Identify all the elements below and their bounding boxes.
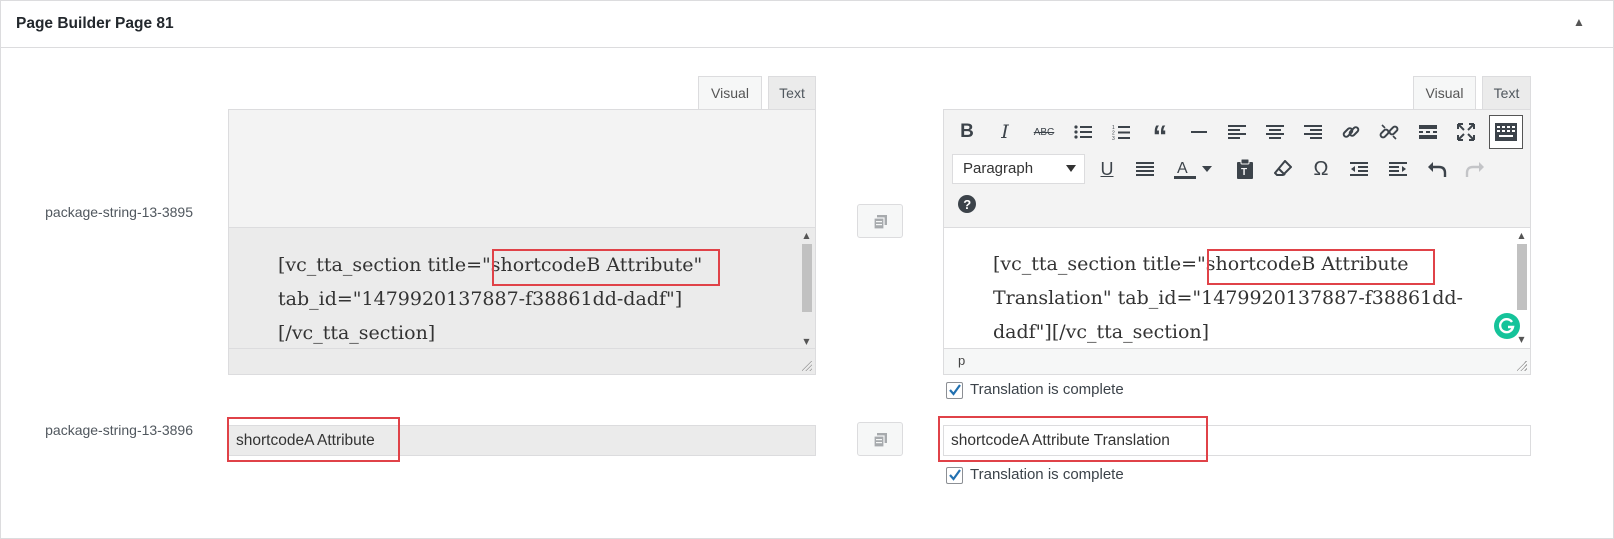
bullet-list-icon[interactable] [1068,117,1098,147]
translation-tab-visual[interactable]: Visual [1413,76,1476,110]
scroll-down-icon[interactable]: ▼ [800,336,813,348]
collapse-arrow-icon[interactable]: ▲ [1573,15,1585,29]
svg-text:A: A [1177,160,1188,177]
source-tab-text[interactable]: Text [768,76,816,110]
source-editor-statusbar [229,348,815,374]
svg-text:3: 3 [1112,136,1115,141]
copy-icon [873,433,887,448]
format-select-value: Paragraph [963,160,1034,177]
copy-to-translation-button[interactable] [857,422,903,456]
translation-editor-statusbar: p [944,348,1530,374]
indent-icon[interactable] [1383,154,1413,184]
blockquote-icon[interactable]: “ [1145,117,1175,152]
row-label-package-string-13-3896: package-string-13-3896 [45,422,193,438]
translation-tab-text[interactable]: Text [1482,76,1531,110]
translation-editor: B I ABC 123 “ Paragraph U A T Ω ? [vc_tt… [943,109,1531,375]
align-right-icon[interactable] [1298,117,1328,147]
fullscreen-icon[interactable] [1451,117,1481,147]
clear-format-icon[interactable] [1268,154,1298,184]
read-more-icon[interactable] [1413,117,1443,147]
source-editor: [vc_tta_section title="shortcodeB Attrib… [228,109,816,375]
source-editor-body: [vc_tta_section title="shortcodeB Attrib… [229,228,815,351]
row-label-package-string-13-3895: package-string-13-3895 [45,204,193,220]
copy-to-translation-button[interactable] [857,204,903,238]
svg-text:?: ? [963,197,971,212]
align-center-icon[interactable] [1260,117,1290,147]
underline-icon[interactable]: U [1092,154,1122,184]
source-editor-content: [vc_tta_section title="shortcodeB Attrib… [278,254,703,344]
toolbar-toggle-icon[interactable] [1489,115,1523,149]
help-icon[interactable]: ? [952,189,982,219]
chevron-down-icon [1066,165,1076,172]
text-color-dropdown-icon[interactable] [1198,154,1216,184]
text-color-icon[interactable]: A [1170,154,1200,184]
translation-editor-body[interactable]: [vc_tta_section title="shortcodeB Attrib… [944,228,1530,349]
panel-title: Page Builder Page 81 [16,15,174,32]
translation-complete-label: Translation is complete [970,466,1124,483]
panel-header[interactable]: Page Builder Page 81 ▲ [1,1,1613,48]
resize-grip-icon[interactable] [1517,361,1527,371]
special-char-icon[interactable]: Ω [1306,154,1336,184]
redo-icon[interactable] [1460,154,1490,184]
grammarly-icon[interactable] [1494,313,1520,339]
resize-grip-icon[interactable] [802,361,812,371]
checkmark-icon [949,384,961,396]
format-select[interactable]: Paragraph [952,154,1085,184]
element-path[interactable]: p [958,353,965,368]
scroll-up-icon[interactable]: ▲ [1515,230,1528,242]
scroll-up-icon[interactable]: ▲ [800,230,813,242]
translation-editor-content[interactable]: [vc_tta_section title="shortcodeB Attrib… [993,247,1506,349]
scroll-thumb[interactable] [1517,244,1527,310]
justify-icon[interactable] [1130,154,1160,184]
translation-panel: Page Builder Page 81 ▲ package-string-13… [0,0,1614,539]
source-editor-scrollbar[interactable]: ▲ ▼ [800,230,813,348]
source-input: shortcodeA Attribute [228,425,816,456]
scroll-thumb[interactable] [802,244,812,312]
copy-icon [873,215,887,230]
numbered-list-icon[interactable]: 123 [1106,117,1136,147]
undo-icon[interactable] [1422,154,1452,184]
translation-complete-label: Translation is complete [970,381,1124,398]
svg-text:T: T [1241,167,1247,178]
link-icon[interactable] [1336,117,1366,147]
translation-editor-toolbar: B I ABC 123 “ Paragraph U A T Ω ? [944,110,1530,228]
align-left-icon[interactable] [1222,117,1252,147]
translation-complete-checkbox[interactable] [946,382,963,399]
bold-icon[interactable]: B [952,117,982,147]
checkmark-icon [949,469,961,481]
italic-icon[interactable]: I [990,117,1020,147]
translation-complete-checkbox[interactable] [946,467,963,484]
horizontal-line-icon[interactable] [1184,117,1214,147]
source-editor-toolbar-area [229,110,815,228]
unlink-icon[interactable] [1374,117,1404,147]
translation-input[interactable]: shortcodeA Attribute Translation [943,425,1531,456]
strikethrough-icon[interactable]: ABC [1029,117,1059,147]
source-tab-visual[interactable]: Visual [698,76,762,110]
paste-text-icon[interactable]: T [1230,154,1260,184]
outdent-icon[interactable] [1344,154,1374,184]
